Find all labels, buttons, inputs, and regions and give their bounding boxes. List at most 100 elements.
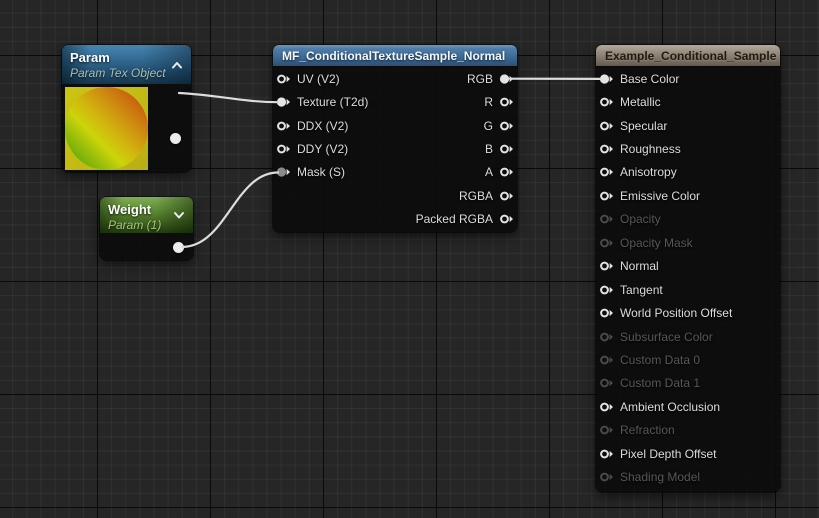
pin-row-opacity-mask[interactable]: Opacity Mask — [599, 231, 732, 254]
pin-row-normal[interactable]: Normal — [599, 255, 732, 278]
texture-preview[interactable] — [65, 87, 148, 170]
pin-label: World Position Offset — [620, 306, 733, 321]
custom-data-0-pin-icon[interactable] — [599, 354, 614, 366]
packed-rgba-pin-icon[interactable] — [499, 213, 514, 225]
pin-row-mask-s-[interactable]: Mask (S) — [276, 161, 368, 184]
world-position-offset-pin-icon[interactable] — [599, 307, 614, 319]
param-node-header[interactable]: Param Param Tex Object — [62, 45, 191, 84]
base-color-pin-icon[interactable] — [599, 73, 614, 85]
rgb-pin-icon[interactable] — [499, 73, 514, 85]
pin-row-emissive-color[interactable]: Emissive Color — [599, 184, 732, 207]
result-input-pins: Base Color Metallic Specular Roughness Aniso… — [599, 67, 732, 489]
pin-row-ddy-v2-[interactable]: DDY (V2) — [276, 137, 368, 160]
pin-row-uv-v2-[interactable]: UV (V2) — [276, 67, 368, 90]
pin-row-base-color[interactable]: Base Color — [599, 67, 732, 90]
wire-weight-to-mask[interactable] — [180, 171, 280, 249]
shading-model-pin-icon[interactable] — [599, 471, 614, 483]
chevron-up-icon[interactable] — [171, 60, 183, 69]
pin-row-packed-rgba[interactable]: Packed RGBA — [416, 208, 514, 231]
mask-s--pin-icon[interactable] — [276, 166, 291, 178]
pin-label: A — [484, 165, 493, 180]
emissive-color-pin-icon[interactable] — [599, 190, 614, 202]
metallic-pin-icon[interactable] — [599, 96, 614, 108]
pin-label: Subsurface Color — [620, 329, 713, 344]
pin-label: Texture (T2d) — [297, 95, 369, 110]
pin-row-r[interactable]: R — [416, 90, 514, 113]
pin-row-custom-data-1[interactable]: Custom Data 1 — [599, 372, 732, 395]
pin-row-roughness[interactable]: Roughness — [599, 137, 732, 160]
node-material-result[interactable]: Example_Conditional_Sample Base Color Met… — [596, 45, 780, 492]
pin-row-anisotropy[interactable]: Anisotropy — [599, 161, 732, 184]
g-pin-icon[interactable] — [499, 120, 514, 132]
weight-node-subtitle: Param (1) — [108, 218, 162, 232]
pin-row-ambient-occlusion[interactable]: Ambient Occlusion — [599, 395, 732, 418]
pin-row-subsurface-color[interactable]: Subsurface Color — [599, 325, 732, 348]
pin-row-opacity[interactable]: Opacity — [599, 208, 732, 231]
uv-v2--pin-icon[interactable] — [276, 73, 291, 85]
pin-row-refraction[interactable]: Refraction — [599, 419, 732, 442]
wire-param-to-texture[interactable] — [177, 91, 280, 104]
param-output-pin[interactable] — [169, 132, 181, 144]
b-pin-icon[interactable] — [499, 143, 514, 155]
pin-row-texture-t2d-[interactable]: Texture (T2d) — [276, 90, 368, 113]
param-node-subtitle: Param Tex Object — [70, 66, 166, 80]
pin-label: Anisotropy — [620, 165, 677, 180]
pin-row-rgb[interactable]: RGB — [416, 67, 514, 90]
node-material-function[interactable]: MF_ConditionalTextureSample_Normal UV (V… — [273, 45, 517, 232]
r-pin-icon[interactable] — [499, 96, 514, 108]
refraction-pin-icon[interactable] — [599, 424, 614, 436]
pin-label: Pixel Depth Offset — [620, 446, 717, 461]
pin-row-b[interactable]: B — [416, 137, 514, 160]
pin-label: G — [483, 118, 493, 133]
pin-label: Mask (S) — [297, 165, 345, 180]
function-input-pins: UV (V2) Texture (T2d) DDX (V2) DDY (V2) Mask… — [276, 67, 368, 184]
pin-row-rgba[interactable]: RGBA — [416, 184, 514, 207]
pin-row-a[interactable]: A — [416, 161, 514, 184]
opacity-pin-icon[interactable] — [599, 213, 614, 225]
weight-output-pin[interactable] — [172, 241, 184, 253]
pin-row-pixel-depth-offset[interactable]: Pixel Depth Offset — [599, 442, 732, 465]
subsurface-color-pin-icon[interactable] — [599, 331, 614, 343]
tangent-pin-icon[interactable] — [599, 284, 614, 296]
pin-row-g[interactable]: G — [416, 114, 514, 137]
ambient-occlusion-pin-icon[interactable] — [599, 401, 614, 413]
pin-row-specular[interactable]: Specular — [599, 114, 732, 137]
pin-label: Shading Model — [620, 470, 701, 485]
pin-label: Metallic — [620, 95, 661, 110]
normal-pin-icon[interactable] — [599, 260, 614, 272]
pin-label: Packed RGBA — [415, 212, 493, 227]
pin-label: Normal — [620, 259, 659, 274]
custom-data-1-pin-icon[interactable] — [599, 377, 614, 389]
function-node-header[interactable]: MF_ConditionalTextureSample_Normal — [273, 45, 517, 67]
rgba-pin-icon[interactable] — [499, 190, 514, 202]
texture-t2d--pin-icon[interactable] — [276, 96, 291, 108]
pin-row-custom-data-0[interactable]: Custom Data 0 — [599, 348, 732, 371]
result-node-header[interactable]: Example_Conditional_Sample — [596, 45, 780, 67]
chevron-down-icon[interactable] — [173, 211, 185, 220]
pin-row-shading-model[interactable]: Shading Model — [599, 465, 732, 488]
node-param[interactable]: Param Param Tex Object — [62, 45, 191, 172]
pin-label: Tangent — [620, 282, 663, 297]
ddx-v2--pin-icon[interactable] — [276, 120, 291, 132]
pin-label: DDY (V2) — [297, 142, 349, 157]
pixel-depth-offset-pin-icon[interactable] — [599, 448, 614, 460]
pin-label: Specular — [620, 118, 668, 133]
pin-row-tangent[interactable]: Tangent — [599, 278, 732, 301]
weight-node-header[interactable]: Weight Param (1) — [100, 197, 193, 233]
node-weight[interactable]: Weight Param (1) — [100, 197, 193, 260]
pin-label: Base Color — [620, 71, 680, 86]
result-node-title: Example_Conditional_Sample — [605, 49, 777, 63]
pin-row-ddx-v2-[interactable]: DDX (V2) — [276, 114, 368, 137]
a-pin-icon[interactable] — [499, 166, 514, 178]
material-graph-canvas[interactable]: Param Param Tex Object Weight Param (1) … — [0, 0, 819, 518]
specular-pin-icon[interactable] — [599, 120, 614, 132]
pin-row-metallic[interactable]: Metallic — [599, 90, 732, 113]
anisotropy-pin-icon[interactable] — [599, 166, 614, 178]
ddy-v2--pin-icon[interactable] — [276, 143, 291, 155]
pin-label: UV (V2) — [297, 71, 340, 86]
opacity-mask-pin-icon[interactable] — [599, 237, 614, 249]
pin-row-world-position-offset[interactable]: World Position Offset — [599, 301, 732, 324]
roughness-pin-icon[interactable] — [599, 143, 614, 155]
pin-label: DDX (V2) — [297, 118, 349, 133]
pin-label: Custom Data 0 — [620, 352, 701, 367]
